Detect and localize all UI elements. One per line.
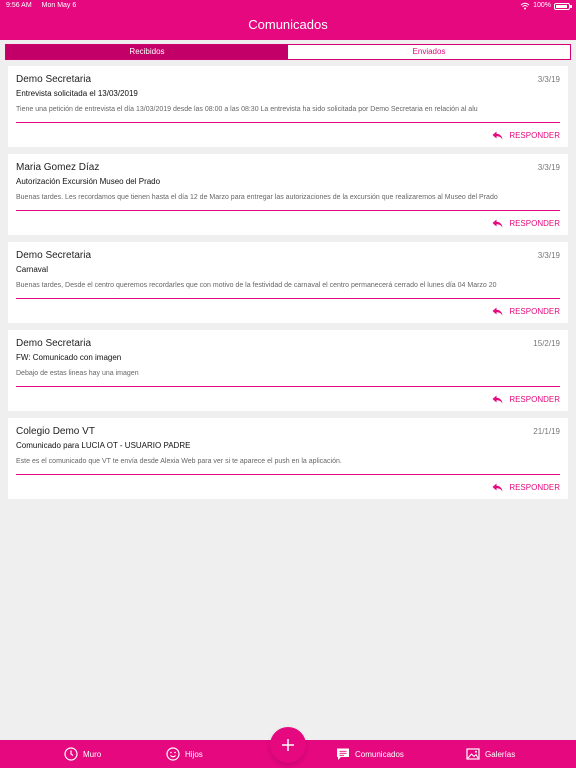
nav-muro[interactable]: Muro — [64, 740, 101, 768]
status-bar: 9:56 AM Mon May 6 100% — [0, 0, 576, 12]
top-bar: 9:56 AM Mon May 6 100% Comunicados — [0, 0, 576, 40]
message-preview: Este es el comunicado que VT te envía de… — [16, 458, 342, 465]
nav-comunicados[interactable]: Comunicados — [336, 740, 404, 768]
message-date: 3/3/19 — [537, 251, 560, 260]
message-sender: Maria Gomez Díaz — [16, 162, 100, 173]
nav-galerias-label: Galerías — [485, 749, 516, 759]
message-preview: Buenas tardes, Desde el centro queremos … — [16, 282, 497, 289]
wifi-icon — [520, 2, 530, 10]
nav-galerias[interactable]: Galerías — [466, 740, 515, 768]
reply-label: RESPONDER — [509, 130, 560, 140]
message-header: Colegio Demo VT 21/1/19 — [16, 425, 560, 438]
app-root: 9:56 AM Mon May 6 100% Comunicados Recib… — [0, 0, 576, 768]
reply-button[interactable]: RESPONDER — [16, 123, 560, 147]
nav-hijos[interactable]: Hijos — [166, 740, 203, 768]
message-sender: Demo Secretaria — [16, 338, 92, 349]
message-card[interactable]: Demo Secretaria 3/3/19 Entrevista solici… — [8, 66, 568, 147]
nav-hijos-label: Hijos — [185, 749, 203, 759]
message-sender: Colegio Demo VT — [16, 426, 95, 437]
message-preview: Tiene una petición de entrevista el día … — [16, 106, 478, 113]
clock-icon — [64, 747, 78, 761]
tab-enviados[interactable]: Enviados — [288, 45, 570, 59]
reply-icon — [492, 219, 503, 227]
nav-comunicados-label: Comunicados — [355, 749, 404, 759]
message-list: Demo Secretaria 3/3/19 Entrevista solici… — [8, 66, 568, 506]
reply-icon — [492, 395, 503, 403]
reply-icon — [492, 131, 503, 139]
message-card[interactable]: Demo Secretaria 3/3/19 Carnaval Buenas t… — [8, 242, 568, 323]
reply-button[interactable]: RESPONDER — [16, 211, 560, 235]
reply-button[interactable]: RESPONDER — [16, 475, 560, 499]
message-date: 15/2/19 — [533, 339, 560, 348]
message-card[interactable]: Colegio Demo VT 21/1/19 Comunicado para … — [8, 418, 568, 499]
chat-icon — [337, 748, 349, 760]
page-title: Comunicados — [248, 17, 328, 32]
message-subject: FW: Comunicado con imagen — [16, 353, 122, 362]
reply-icon — [492, 483, 503, 491]
reply-label: RESPONDER — [509, 306, 560, 316]
battery-icon — [554, 2, 572, 10]
message-date: 3/3/19 — [537, 75, 560, 84]
reply-button[interactable]: RESPONDER — [16, 299, 560, 323]
reply-label: RESPONDER — [509, 218, 560, 228]
reply-icon — [492, 307, 503, 315]
message-date: 3/3/19 — [537, 163, 560, 172]
message-card[interactable]: Maria Gomez Díaz 3/3/19 Autorización Exc… — [8, 154, 568, 235]
reply-button[interactable]: RESPONDER — [16, 387, 560, 411]
nav-muro-label: Muro — [83, 749, 102, 759]
new-message-button[interactable] — [270, 727, 306, 763]
status-left: 9:56 AM Mon May 6 — [6, 0, 84, 12]
status-time: 9:56 AM — [6, 2, 32, 9]
message-sender: Demo Secretaria — [16, 74, 92, 85]
message-header: Demo Secretaria 3/3/19 — [16, 249, 560, 262]
plus-icon — [282, 739, 294, 751]
reply-label: RESPONDER — [509, 482, 560, 492]
message-header: Demo Secretaria 15/2/19 — [16, 337, 560, 350]
smiley-icon — [166, 747, 180, 761]
message-header: Maria Gomez Díaz 3/3/19 — [16, 161, 560, 174]
message-date: 21/1/19 — [533, 427, 560, 436]
message-preview: Debajo de estas lineas hay una imagen — [16, 370, 139, 377]
status-right: 100% — [520, 0, 572, 12]
message-preview: Buenas tardes. Les recordamos que tienen… — [16, 194, 498, 201]
message-subject: Comunicado para LUCIA OT - USUARIO PADRE — [16, 441, 191, 450]
tab-recibidos[interactable]: Recibidos — [6, 45, 288, 59]
message-subject: Entrevista solicitada el 13/03/2019 — [16, 89, 138, 98]
battery-percent: 100% — [533, 2, 551, 9]
status-date: Mon May 6 — [41, 2, 77, 9]
tab-selector: Recibidos Enviados — [5, 44, 571, 60]
message-subject: Carnaval — [16, 265, 49, 274]
message-card[interactable]: Demo Secretaria 15/2/19 FW: Comunicado c… — [8, 330, 568, 411]
image-icon — [466, 748, 480, 760]
message-sender: Demo Secretaria — [16, 250, 92, 261]
message-subject: Autorización Excursión Museo del Prado — [16, 177, 161, 186]
reply-label: RESPONDER — [509, 394, 560, 404]
message-header: Demo Secretaria 3/3/19 — [16, 73, 560, 86]
